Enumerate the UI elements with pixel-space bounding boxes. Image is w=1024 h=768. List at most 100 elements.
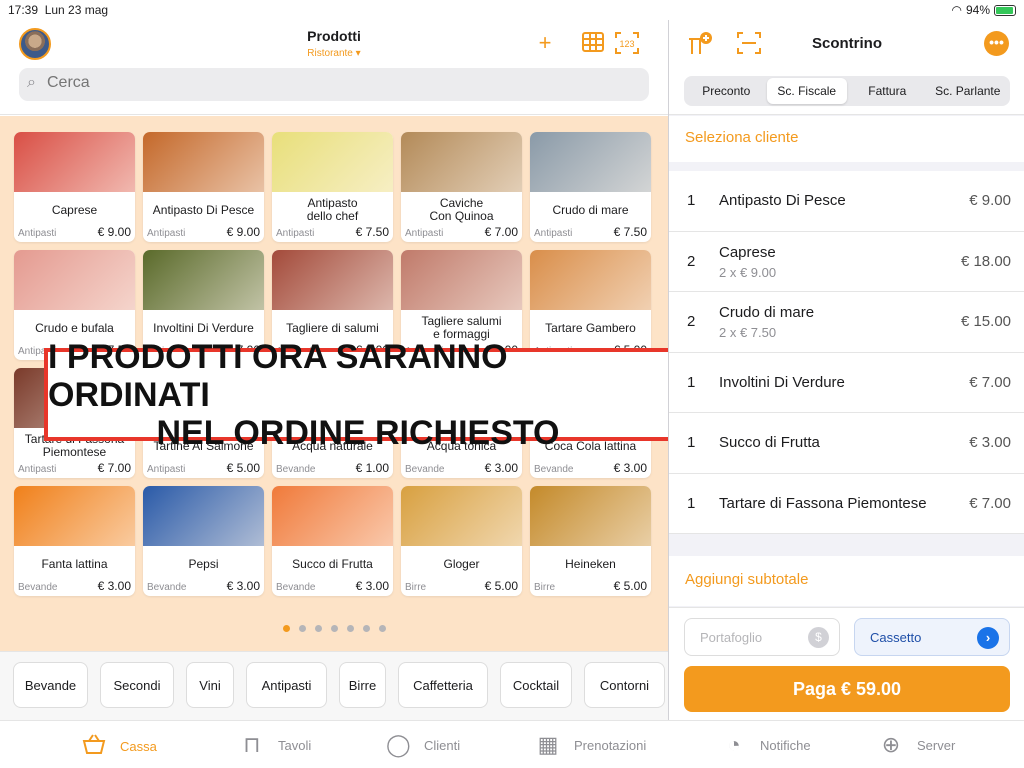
- category-button[interactable]: Cocktail: [500, 662, 572, 708]
- grid-icon[interactable]: [580, 30, 606, 56]
- product-category: Birre: [534, 582, 556, 593]
- product-category: Birre: [405, 582, 427, 593]
- category-button[interactable]: Birre: [339, 662, 386, 708]
- product-card[interactable]: Pepsi Bevande € 3.00: [143, 486, 264, 596]
- product-name: Gloger: [443, 556, 480, 571]
- receipt-line[interactable]: 1 Tartare di Fassona Piemontese € 7.00: [669, 474, 1024, 534]
- segment-preconto[interactable]: Preconto: [686, 78, 767, 104]
- status-date: Lun 23 mag: [44, 3, 109, 17]
- product-name: Pepsi: [188, 556, 219, 571]
- tab-clienti[interactable]: ◯ Clienti: [386, 733, 460, 757]
- product-name: Caviche Con Quinoa: [429, 196, 494, 223]
- segment-fattura[interactable]: Fattura: [847, 78, 928, 104]
- tab-prenotazioni[interactable]: ▦ Prenotazioni: [536, 733, 647, 757]
- line-price: € 9.00: [969, 192, 1011, 209]
- product-card[interactable]: Gloger Birre € 5.00: [401, 486, 522, 596]
- receipt-lines: 1 Antipasto Di Pesce € 9.00 2 Caprese 2 x € 9…: [669, 171, 1024, 534]
- line-name: Crudo di mare: [719, 304, 815, 321]
- product-name: Crudo di mare: [552, 202, 629, 217]
- category-button[interactable]: Antipasti: [246, 662, 327, 708]
- search-icon: ⌕: [27, 74, 36, 91]
- product-name: Succo di Frutta: [292, 556, 373, 571]
- product-image: [530, 132, 651, 192]
- line-quantity: 1: [687, 434, 696, 451]
- basket-icon: [82, 733, 106, 760]
- table-icon: ⊓: [243, 732, 261, 757]
- avatar[interactable]: [19, 28, 51, 60]
- wifi-icon: ◠: [951, 3, 962, 17]
- product-price: € 3.00: [484, 461, 518, 475]
- product-card[interactable]: Caviche Con Quinoa Antipasti € 7.00: [401, 132, 522, 242]
- segment-sc-parlante[interactable]: Sc. Parlante: [928, 78, 1009, 104]
- page-indicator[interactable]: [0, 625, 668, 632]
- product-image: [14, 486, 135, 546]
- product-image: [143, 486, 264, 546]
- page-dot[interactable]: [346, 625, 354, 632]
- receipt-line[interactable]: 2 Caprese 2 x € 9.00 € 18.00: [669, 232, 1024, 292]
- numeric-keypad-icon[interactable]: 123: [614, 30, 640, 56]
- category-button[interactable]: Secondi: [100, 662, 174, 708]
- search-input[interactable]: [47, 74, 637, 92]
- product-card[interactable]: Antipasto dello chef Antipasti € 7.50: [272, 132, 393, 242]
- line-quantity: 1: [687, 192, 696, 209]
- more-icon[interactable]: •••: [984, 31, 1009, 56]
- page-title-block[interactable]: Prodotti Ristorante ▾: [284, 28, 384, 59]
- page-dot[interactable]: [378, 625, 386, 632]
- product-card[interactable]: Heineken Birre € 5.00: [530, 486, 651, 596]
- tab-label: Cassa: [120, 739, 157, 754]
- product-card[interactable]: Caprese Antipasti € 9.00: [14, 132, 135, 242]
- page-dot[interactable]: [298, 625, 306, 632]
- product-category: Antipasti: [147, 228, 186, 239]
- line-name: Tartare di Fassona Piemontese: [719, 494, 927, 512]
- category-button[interactable]: Contorni: [584, 662, 665, 708]
- category-button[interactable]: Vini: [186, 662, 234, 708]
- select-client-button[interactable]: Seleziona cliente: [669, 116, 1024, 162]
- dollar-icon: $: [808, 627, 829, 648]
- drawer-label: Cassetto: [870, 630, 922, 645]
- line-name: Succo di Frutta: [719, 434, 820, 451]
- page-dot[interactable]: [362, 625, 370, 632]
- line-price: € 7.00: [969, 494, 1011, 512]
- wallet-label: Portafoglio: [700, 630, 763, 645]
- receipt-line[interactable]: 1 Antipasto Di Pesce € 9.00: [669, 171, 1024, 232]
- page-dot[interactable]: [282, 625, 290, 632]
- segment-sc-fiscale[interactable]: Sc. Fiscale: [766, 78, 847, 104]
- product-card[interactable]: Antipasto Di Pesce Antipasti € 9.00: [143, 132, 264, 242]
- add-subtotal-button[interactable]: Aggiungi subtotale: [669, 556, 1024, 606]
- product-category: Antipasti: [18, 464, 57, 475]
- tab-label: Clienti: [424, 737, 461, 753]
- category-button[interactable]: Bevande: [13, 662, 88, 708]
- category-button[interactable]: Caffetteria: [398, 662, 488, 708]
- product-card[interactable]: Crudo di mare Antipasti € 7.50: [530, 132, 651, 242]
- product-card[interactable]: Succo di Frutta Bevande € 3.00: [272, 486, 393, 596]
- payment-area: Portafoglio $ Cassetto › Paga € 59.00: [669, 607, 1024, 720]
- product-image: [272, 486, 393, 546]
- product-price: € 9.00: [97, 225, 131, 239]
- product-card[interactable]: Fanta lattina Bevande € 3.00: [14, 486, 135, 596]
- receipt-line[interactable]: 2 Crudo di mare 2 x € 7.50 € 15.00: [669, 292, 1024, 353]
- receipt-line[interactable]: 1 Involtini Di Verdure € 7.00: [669, 353, 1024, 413]
- page-dot[interactable]: [314, 625, 322, 632]
- product-category: Antipasti: [18, 228, 57, 239]
- page-dot[interactable]: [330, 625, 338, 632]
- product-price: € 7.00: [97, 461, 131, 475]
- scan-icon[interactable]: [735, 30, 763, 58]
- add-icon[interactable]: +: [532, 30, 558, 56]
- search-bar[interactable]: ⌕: [19, 68, 649, 101]
- tab-notifiche[interactable]: ◔ Notifiche: [722, 733, 810, 757]
- cash-drawer-button[interactable]: Cassetto ›: [854, 618, 1010, 656]
- product-category: Bevande: [405, 464, 445, 475]
- receipt-line[interactable]: 1 Succo di Frutta € 3.00: [669, 413, 1024, 474]
- line-quantity: 1: [687, 494, 696, 512]
- tab-cassa[interactable]: Cassa: [82, 733, 157, 760]
- pay-button[interactable]: Paga € 59.00: [684, 666, 1010, 712]
- wallet-button[interactable]: Portafoglio $: [684, 618, 840, 656]
- add-table-icon[interactable]: [687, 30, 715, 58]
- tab-server[interactable]: ⊕ Server: [879, 733, 956, 757]
- product-price: € 1.00: [355, 461, 389, 475]
- status-time: 17:39: [8, 3, 39, 17]
- product-category: Bevande: [276, 464, 316, 475]
- tab-tavoli[interactable]: ⊓ Tavoli: [240, 733, 311, 757]
- product-image: [401, 132, 522, 192]
- receipt-pane: Scontrino ••• Preconto Sc. Fiscale Fattura…: [668, 20, 1024, 720]
